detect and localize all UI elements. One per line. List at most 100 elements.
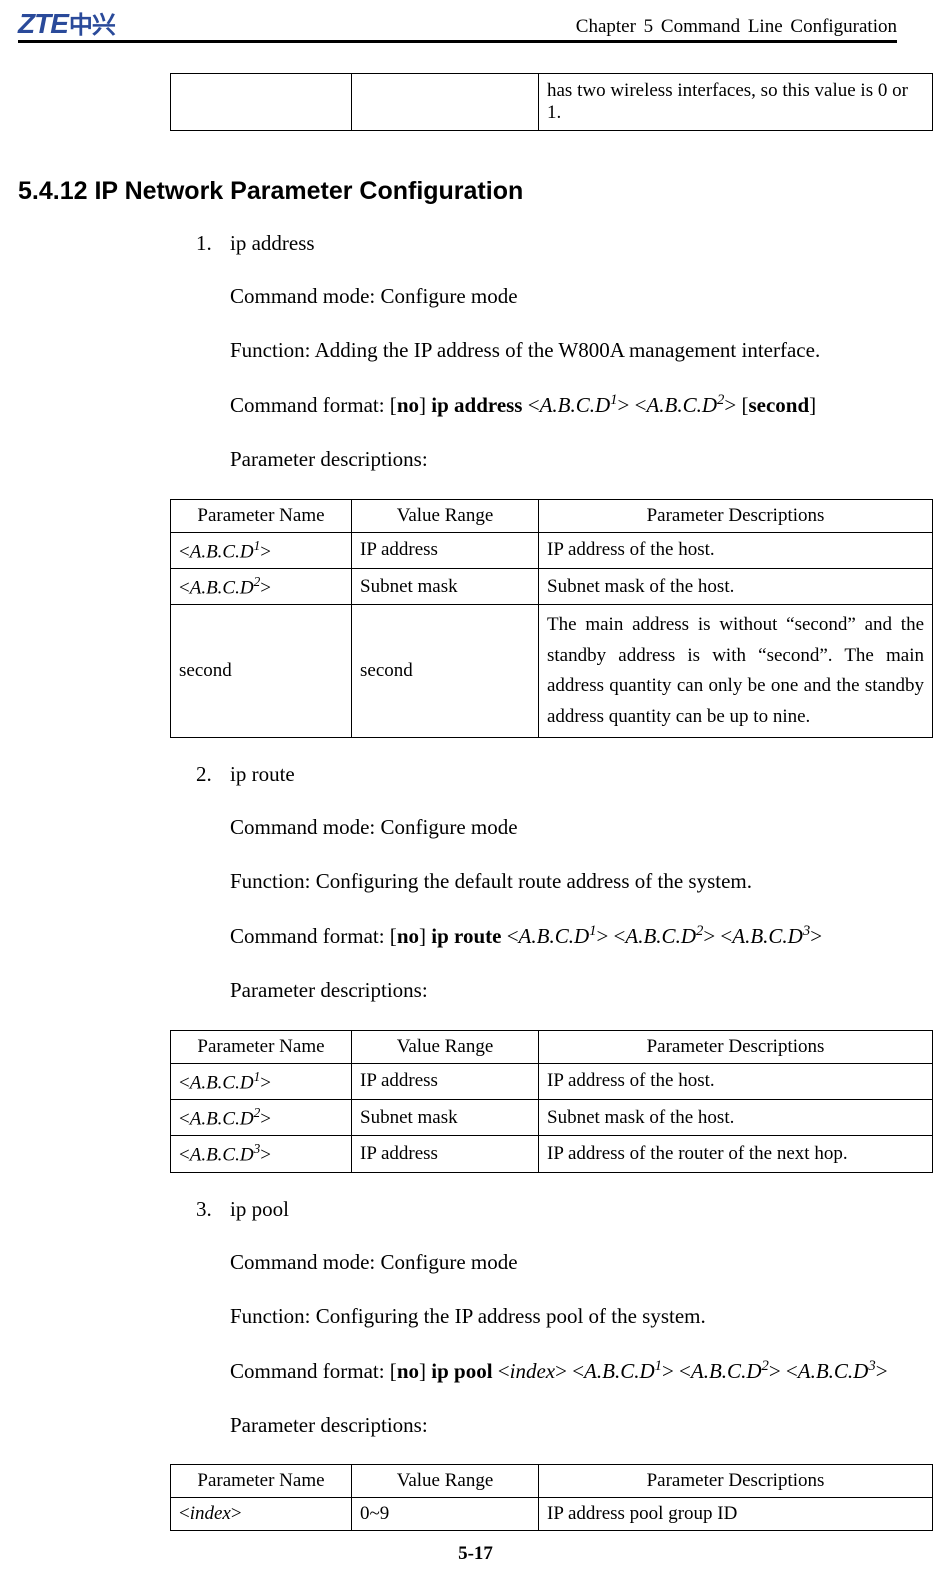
arg: index	[510, 1359, 555, 1383]
text: ]	[419, 1359, 431, 1383]
th: Parameter Descriptions	[539, 1030, 933, 1063]
cell: <A.B.C.D2>	[171, 1100, 352, 1136]
arg: A.B.C.D	[519, 924, 590, 948]
text: ]	[419, 924, 431, 948]
sup: 2	[717, 392, 724, 408]
text: Command format: [	[230, 393, 397, 417]
sup: 2	[696, 923, 703, 939]
kw-cmd: ip pool	[431, 1359, 492, 1383]
cell: 0~9	[352, 1498, 539, 1531]
cell: second	[171, 605, 352, 738]
table-row: <index> 0~9 IP address pool group ID	[171, 1498, 933, 1531]
sup: 1	[589, 923, 596, 939]
cell: has two wireless interfaces, so this val…	[539, 74, 933, 131]
cell: IP address of the router of the next hop…	[539, 1136, 933, 1172]
cell: <A.B.C.D1>	[171, 1063, 352, 1099]
page: ZTE 中兴 Chapter 5 Command Line Configurat…	[0, 0, 951, 1585]
sup: 3	[803, 923, 810, 939]
command-function: Function: Configuring the IP address poo…	[230, 1301, 897, 1331]
param-label: Parameter descriptions:	[230, 975, 897, 1005]
command-name: ip address	[196, 231, 897, 256]
cell: IP address of the host.	[539, 1063, 933, 1099]
text: Command format: [	[230, 1359, 397, 1383]
logo-cn: 中兴	[69, 14, 115, 38]
list-item: ip route Command mode: Configure mode Fu…	[196, 762, 897, 1006]
cell: <A.B.C.D1>	[171, 532, 352, 568]
section-heading: 5.4.12 IP Network Parameter Configuratio…	[18, 177, 897, 206]
cell: Subnet mask of the host.	[539, 569, 933, 605]
command-function: Function: Configuring the default route …	[230, 866, 897, 896]
sup: 1	[610, 392, 617, 408]
th: Parameter Descriptions	[539, 499, 933, 532]
param-table-1: Parameter Name Value Range Parameter Des…	[170, 499, 933, 738]
th: Value Range	[352, 499, 539, 532]
cell: Subnet mask	[352, 569, 539, 605]
command-mode: Command mode: Configure mode	[230, 1247, 897, 1277]
arg: A.B.C.D	[691, 1359, 762, 1383]
page-header: ZTE 中兴 Chapter 5 Command Line Configurat…	[18, 10, 897, 43]
command-list: ip address Command mode: Configure mode …	[196, 231, 897, 475]
cell: Subnet mask of the host.	[539, 1100, 933, 1136]
command-format: Command format: [no] ip pool <index> <A.…	[230, 1356, 897, 1386]
cell: IP address	[352, 1063, 539, 1099]
cell	[171, 74, 352, 131]
table-row: <A.B.C.D1> IP address IP address of the …	[171, 1063, 933, 1099]
cell: The main address is without “second” and…	[539, 605, 933, 738]
cell	[352, 74, 539, 131]
th: Parameter Name	[171, 499, 352, 532]
cell: IP address	[352, 1136, 539, 1172]
logo: ZTE 中兴	[18, 10, 115, 38]
param-table-2: Parameter Name Value Range Parameter Des…	[170, 1030, 933, 1173]
table-header-row: Parameter Name Value Range Parameter Des…	[171, 1030, 933, 1063]
cell: second	[352, 605, 539, 738]
cell: IP address of the host.	[539, 532, 933, 568]
page-number: 5-17	[0, 1543, 951, 1565]
cell: <A.B.C.D3>	[171, 1136, 352, 1172]
logo-en: ZTE	[18, 10, 68, 38]
command-function: Function: Adding the IP address of the W…	[230, 335, 897, 365]
arg: A.B.C.D	[540, 393, 611, 417]
table-row: second second The main address is withou…	[171, 605, 933, 738]
command-format: Command format: [no] ip route <A.B.C.D1>…	[230, 921, 897, 951]
command-list: ip pool Command mode: Configure mode Fun…	[196, 1197, 897, 1441]
table-row: <A.B.C.D1> IP address IP address of the …	[171, 532, 933, 568]
arg: A.B.C.D	[625, 924, 696, 948]
table-row: <A.B.C.D3> IP address IP address of the …	[171, 1136, 933, 1172]
sup: 1	[655, 1358, 662, 1374]
cell: <index>	[171, 1498, 352, 1531]
th: Parameter Descriptions	[539, 1465, 933, 1498]
kw-no: no	[397, 1359, 419, 1383]
text: ]	[419, 393, 431, 417]
th: Parameter Name	[171, 1465, 352, 1498]
kw-cmd: ip address	[431, 393, 522, 417]
kw-no: no	[397, 393, 419, 417]
param-table-3: Parameter Name Value Range Parameter Des…	[170, 1464, 933, 1531]
cell: <A.B.C.D2>	[171, 569, 352, 605]
sup: 3	[868, 1358, 875, 1374]
command-mode: Command mode: Configure mode	[230, 281, 897, 311]
table-row: <A.B.C.D2> Subnet mask Subnet mask of th…	[171, 1100, 933, 1136]
kw-second: second	[748, 393, 809, 417]
fragment-table: has two wireless interfaces, so this val…	[170, 73, 933, 131]
th: Value Range	[352, 1465, 539, 1498]
th: Value Range	[352, 1030, 539, 1063]
command-name: ip route	[196, 762, 897, 787]
chapter-title: Chapter 5 Command Line Configuration	[576, 16, 897, 38]
table-header-row: Parameter Name Value Range Parameter Des…	[171, 499, 933, 532]
command-list: ip route Command mode: Configure mode Fu…	[196, 762, 897, 1006]
cell: IP address pool group ID	[539, 1498, 933, 1531]
param-label: Parameter descriptions:	[230, 1410, 897, 1440]
command-name: ip pool	[196, 1197, 897, 1222]
cell: Subnet mask	[352, 1100, 539, 1136]
table-row: has two wireless interfaces, so this val…	[171, 74, 933, 131]
content: has two wireless interfaces, so this val…	[18, 73, 897, 1531]
command-format: Command format: [no] ip address <A.B.C.D…	[230, 390, 897, 420]
table-row: <A.B.C.D2> Subnet mask Subnet mask of th…	[171, 569, 933, 605]
arg: A.B.C.D	[732, 924, 803, 948]
kw-cmd: ip route	[431, 924, 501, 948]
arg: A.B.C.D	[584, 1359, 655, 1383]
param-label: Parameter descriptions:	[230, 444, 897, 474]
list-item: ip pool Command mode: Configure mode Fun…	[196, 1197, 897, 1441]
sup: 2	[761, 1358, 768, 1374]
cell: IP address	[352, 532, 539, 568]
